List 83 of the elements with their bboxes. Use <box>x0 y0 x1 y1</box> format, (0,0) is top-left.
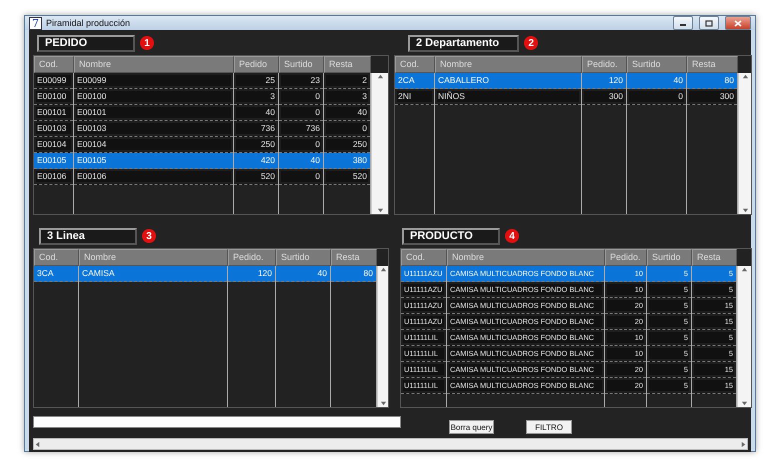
horizontal-scrollbar[interactable] <box>33 438 748 450</box>
number-badge: 1 <box>140 36 154 50</box>
scroll-left-icon[interactable] <box>34 440 41 448</box>
table-cell[interactable]: 3CA <box>34 266 78 282</box>
table-cell[interactable]: 40 <box>279 153 323 169</box>
action-button[interactable]: Borra query <box>449 420 494 434</box>
scrollbar[interactable] <box>738 73 751 214</box>
section-title: PRODUCTO <box>402 228 500 244</box>
scroll-right-icon[interactable] <box>740 440 747 448</box>
table-cell[interactable]: 736 <box>279 121 323 137</box>
table-cell[interactable]: 40 <box>324 105 370 121</box>
table-cell[interactable]: 40 <box>276 266 330 282</box>
table-cell[interactable]: E00104 <box>34 137 73 153</box>
scroll-down-icon[interactable] <box>380 400 386 407</box>
table-cell[interactable]: E00101 <box>74 105 233 121</box>
table-cell[interactable]: 40 <box>627 73 686 89</box>
app-icon: 7 <box>29 16 42 30</box>
table-cell[interactable]: NIÑOS <box>435 89 581 105</box>
scroll-down-icon[interactable] <box>741 400 748 407</box>
table-cell[interactable]: E00099 <box>74 73 233 89</box>
table-cell[interactable]: E00099 <box>34 73 73 89</box>
table-cell[interactable]: 120 <box>582 73 626 89</box>
table-cell[interactable]: 120 <box>228 266 275 282</box>
table-cell[interactable]: 300 <box>687 89 737 105</box>
table-cell[interactable]: 2NI <box>395 89 434 105</box>
table-cell[interactable]: 40 <box>234 105 278 121</box>
scroll-up-icon[interactable] <box>741 266 748 273</box>
scroll-up-icon[interactable] <box>742 73 748 80</box>
table-cell[interactable]: 0 <box>279 137 323 153</box>
table-cell[interactable]: E00105 <box>74 153 233 169</box>
table-cell[interactable]: E00103 <box>34 121 73 137</box>
number-badge: 2 <box>524 36 538 50</box>
table-cell[interactable]: 250 <box>234 137 278 153</box>
table-cell[interactable]: 250 <box>324 137 370 153</box>
table-cell[interactable]: E00106 <box>34 169 73 185</box>
close-icon <box>734 20 742 26</box>
minimize-button[interactable] <box>673 16 693 30</box>
table-cell[interactable]: 3 <box>234 89 278 105</box>
table-cell[interactable]: 380 <box>324 153 370 169</box>
number-badge: 4 <box>505 229 519 243</box>
table-cell[interactable]: 0 <box>324 121 370 137</box>
maximize-button[interactable] <box>699 16 719 30</box>
scrollbar[interactable] <box>737 266 751 407</box>
table-cell[interactable]: E00100 <box>34 89 73 105</box>
table-cell[interactable]: 0 <box>627 89 686 105</box>
table-cell[interactable]: E00106 <box>74 169 233 185</box>
table-cell[interactable]: 25 <box>234 73 278 89</box>
table-cell[interactable]: E00101 <box>34 105 73 121</box>
table-cell[interactable]: 736 <box>234 121 278 137</box>
window-title: Piramidal producción <box>46 18 132 28</box>
scroll-down-icon[interactable] <box>742 207 748 214</box>
table-cell[interactable]: E00105 <box>34 153 73 169</box>
number-badge: 3 <box>142 229 156 243</box>
table-cell[interactable]: 80 <box>331 266 376 282</box>
table-cell[interactable]: 2CA <box>395 73 434 89</box>
table-cell[interactable]: E00104 <box>74 137 233 153</box>
table-cell[interactable]: 2 <box>324 73 370 89</box>
scroll-up-icon[interactable] <box>376 73 384 80</box>
table-cell[interactable]: 420 <box>234 153 278 169</box>
table-cell[interactable]: 300 <box>582 89 626 105</box>
table-cell[interactable]: 23 <box>279 73 323 89</box>
section-title: 2 Departamento <box>408 34 520 52</box>
close-button[interactable] <box>725 16 751 30</box>
section-title: 3 Linea <box>39 228 137 244</box>
scrollbar[interactable] <box>377 266 388 407</box>
table-cell[interactable]: 0 <box>279 89 323 105</box>
table-cell[interactable]: 520 <box>234 169 278 185</box>
table-cell[interactable]: 0 <box>279 105 323 121</box>
maximize-icon <box>705 20 713 26</box>
query-field[interactable] <box>33 416 401 428</box>
table-cell[interactable]: CAMISA <box>79 266 227 282</box>
table-cell[interactable]: 80 <box>687 73 737 89</box>
section-title: PEDIDO <box>37 34 135 52</box>
table-cell[interactable]: E00100 <box>74 89 233 105</box>
table-cell[interactable]: 0 <box>279 169 323 185</box>
table-cell[interactable]: E00103 <box>74 121 233 137</box>
scroll-up-icon[interactable] <box>380 266 386 273</box>
table-cell[interactable]: 3 <box>324 89 370 105</box>
table-cell[interactable]: CABALLERO <box>435 73 581 89</box>
action-button[interactable]: FILTRO <box>526 420 572 434</box>
table-cell[interactable]: 520 <box>324 169 370 185</box>
scroll-down-icon[interactable] <box>376 207 384 214</box>
scrollbar[interactable] <box>371 73 388 214</box>
